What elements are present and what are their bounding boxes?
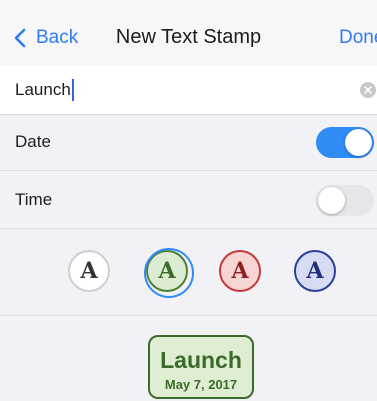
time-option-row: Time (0, 173, 377, 229)
stamp-text-input[interactable]: Launch (15, 79, 74, 101)
date-option-label: Date (15, 132, 51, 151)
time-option-label: Time (15, 190, 53, 209)
style-letter: A (80, 258, 98, 284)
style-option-green[interactable]: A (144, 248, 194, 298)
style-option-red[interactable]: A (219, 250, 261, 292)
text-caret (71, 79, 74, 101)
x-glyph (364, 86, 372, 94)
time-toggle[interactable] (316, 185, 374, 216)
page-title: New Text Stamp (115, 26, 262, 48)
style-option-blue[interactable]: A (294, 250, 336, 292)
done-button[interactable]: Done (339, 27, 377, 49)
stamp-preview-title: Launch (160, 347, 242, 373)
toggle-knob (318, 187, 345, 214)
style-letter: A (158, 258, 176, 284)
stamp-style-picker: A A A A (0, 230, 377, 316)
toggle-knob (345, 129, 372, 156)
stamp-text-value: Launch (15, 80, 71, 99)
stamp-preview-date: May 7, 2017 (164, 377, 238, 392)
clear-icon[interactable] (360, 82, 376, 98)
style-letter: A (306, 258, 324, 284)
navigation-bar: Back New Text Stamp Done (0, 0, 377, 73)
stamp-preview: Launch May 7, 2017 (148, 335, 254, 399)
date-toggle[interactable] (316, 127, 374, 158)
date-option-row: Date (0, 115, 377, 171)
style-option-neutral[interactable]: A (68, 250, 110, 292)
stamp-text-row: Launch (0, 66, 377, 115)
style-letter: A (231, 258, 249, 284)
